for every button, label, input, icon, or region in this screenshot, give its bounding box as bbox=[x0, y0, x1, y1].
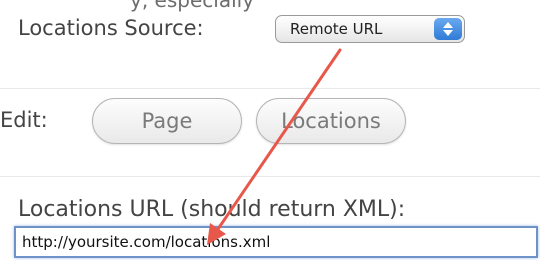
red-arrow-annotation bbox=[207, 48, 342, 245]
